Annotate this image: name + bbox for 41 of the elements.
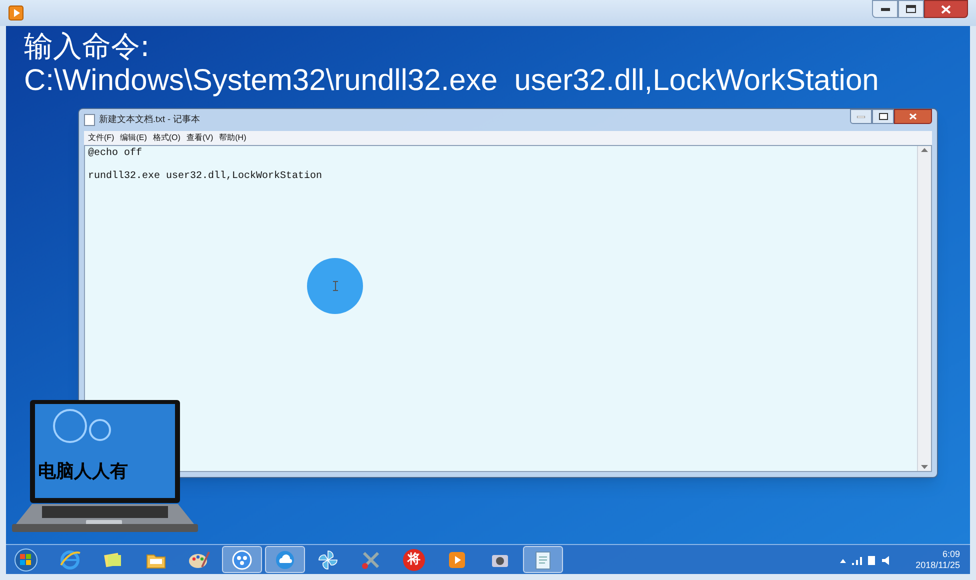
close-icon	[941, 4, 951, 14]
play-icon	[8, 5, 24, 21]
command-text: C:\Windows\System32\rundll32.exe user32.dll,LockWorkStation	[24, 64, 879, 98]
notepad-icon	[84, 114, 95, 126]
close-button[interactable]	[894, 109, 932, 124]
close-button[interactable]	[924, 0, 968, 18]
taskbar-button[interactable]: 将	[394, 546, 434, 573]
maximize-button[interactable]	[898, 0, 924, 18]
browser-icon	[59, 548, 81, 570]
menu-item[interactable]: 帮助(H)	[219, 132, 246, 144]
minimize-button[interactable]	[872, 0, 898, 18]
minimize-icon	[857, 116, 865, 118]
close-icon	[909, 113, 917, 120]
text-cursor-icon	[332, 281, 338, 291]
maximize-icon	[906, 5, 916, 13]
scrollbar[interactable]	[917, 146, 931, 471]
menu-item[interactable]: 格式(O)	[152, 132, 180, 144]
text-line: @echo off	[88, 147, 142, 161]
window-title: 新建文本文档.txt - 记事本	[99, 113, 200, 126]
menu-item[interactable]: 文件(F)	[88, 132, 114, 144]
logo-text: 电脑人人有	[38, 460, 128, 484]
maximize-button[interactable]	[872, 109, 894, 124]
taskbar-button[interactable]	[222, 546, 262, 573]
minimize-icon	[880, 8, 890, 10]
clock-date: 2018/11/25	[916, 560, 960, 570]
start-icon	[14, 548, 38, 572]
taskbar-button[interactable]	[523, 546, 563, 573]
app-circle-icon	[231, 548, 253, 570]
maximize-icon	[878, 113, 888, 120]
instruction-label: 输入命令:	[24, 28, 150, 64]
text-line: rundll32.exe user32.dll,LockWorkStation	[88, 170, 322, 184]
app-badge: 将	[403, 548, 425, 570]
cloud-icon	[274, 548, 296, 570]
palette-icon	[188, 548, 210, 570]
pinwheel-icon	[317, 548, 339, 570]
scroll-up-icon	[921, 148, 928, 152]
menu-item[interactable]: 查看(V)	[186, 132, 214, 144]
scroll-down-icon	[921, 465, 928, 469]
taskbar-button[interactable]	[265, 546, 305, 573]
clock-time: 6:09	[942, 548, 960, 560]
menu-item[interactable]: 编辑(E)	[120, 132, 147, 144]
